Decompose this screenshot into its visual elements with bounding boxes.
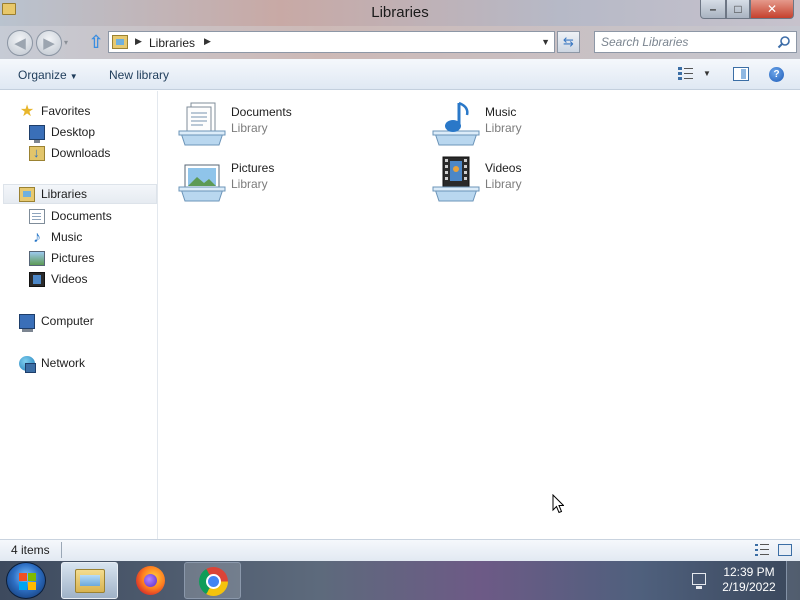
nav-music[interactable]: ♪ Music [29, 227, 82, 247]
up-folder-button[interactable]: ⇧ [86, 32, 106, 52]
pictures-icon [29, 250, 45, 266]
taskbar-firefox-button[interactable] [122, 562, 179, 599]
address-dropdown-icon[interactable]: ▼ [541, 37, 550, 47]
library-item-videos[interactable]: Videos Library [431, 153, 661, 205]
network-status-icon[interactable] [692, 573, 706, 589]
nav-network[interactable]: Network [19, 353, 85, 373]
nav-label: Documents [51, 209, 112, 223]
windows-logo-icon [19, 573, 36, 590]
search-box[interactable] [594, 31, 797, 53]
nav-favorites[interactable]: ★ Favorites [19, 101, 91, 121]
library-name: Documents [231, 105, 292, 119]
system-clock[interactable]: 12:39 PM 2/19/2022 [716, 565, 782, 595]
music-icon: ♪ [33, 228, 41, 246]
library-type: Library [485, 121, 522, 135]
file-list: Documents Library Music Library Pictures… [159, 91, 800, 539]
mouse-cursor-icon [552, 494, 564, 514]
chevron-down-icon: ▼ [69, 72, 78, 81]
command-bar: Organize ▼ New library ▼ ? [0, 59, 800, 90]
documents-icon [29, 208, 45, 224]
breadcrumb-chevron-icon[interactable]: ▶ [204, 36, 211, 47]
organize-label: Organize [18, 68, 67, 82]
organize-menu[interactable]: Organize ▼ [18, 68, 78, 82]
refresh-button[interactable]: ⇆ [557, 31, 580, 53]
maximize-button[interactable]: □ [726, 0, 750, 19]
downloads-icon [29, 145, 45, 161]
taskbar-chrome-button[interactable] [184, 562, 241, 599]
library-item-music[interactable]: Music Library [431, 97, 661, 149]
desktop-icon [29, 124, 45, 143]
back-button[interactable]: ◀ [7, 30, 33, 56]
documents-library-icon [178, 102, 226, 146]
nav-label: Pictures [51, 251, 95, 265]
library-type: Library [485, 177, 522, 191]
address-row: ◀ ▶ ▾ ⇧ ▶ Libraries ▶ ▼ ⇆ [0, 26, 800, 59]
taskbar-explorer-button[interactable] [61, 562, 118, 599]
nav-label: Network [41, 356, 86, 370]
libraries-icon [112, 35, 128, 49]
breadcrumb-libraries[interactable]: Libraries [149, 36, 195, 50]
library-name: Videos [485, 161, 522, 175]
nav-libraries[interactable]: Libraries [3, 184, 157, 204]
computer-icon [19, 313, 35, 332]
explorer-icon [75, 569, 105, 593]
window-title: Libraries [371, 4, 429, 21]
nav-label: Desktop [51, 125, 96, 139]
preview-pane-icon[interactable] [733, 67, 749, 81]
minimize-button[interactable]: – [700, 0, 726, 19]
forward-button[interactable]: ▶ [36, 30, 62, 56]
firefox-icon [136, 566, 165, 595]
start-button[interactable] [6, 562, 46, 599]
nav-label: Computer [41, 314, 94, 328]
nav-label: Music [51, 230, 83, 244]
recent-pages-dropdown[interactable]: ▾ [64, 38, 68, 47]
library-type: Library [231, 121, 268, 135]
videos-library-icon [432, 156, 480, 202]
nav-videos[interactable]: Videos [29, 269, 87, 289]
taskbar: 12:39 PM 2/19/2022 [0, 561, 800, 600]
large-icons-view-icon[interactable] [778, 544, 792, 556]
status-divider [61, 542, 62, 558]
nav-label: Favorites [41, 104, 91, 118]
show-desktop-button[interactable] [786, 561, 800, 600]
library-type: Library [231, 177, 268, 191]
nav-pictures[interactable]: Pictures [29, 248, 94, 268]
nav-desktop[interactable]: Desktop [29, 122, 96, 143]
views-dropdown-icon[interactable]: ▼ [703, 69, 711, 78]
window-controls: – □ ✕ [700, 0, 794, 19]
search-input[interactable] [601, 35, 771, 49]
nav-documents[interactable]: Documents [29, 206, 112, 226]
breadcrumb-separator-icon[interactable]: ▶ [135, 36, 142, 47]
close-button[interactable]: ✕ [750, 0, 794, 19]
library-item-pictures[interactable]: Pictures Library [177, 153, 407, 205]
nav-downloads[interactable]: Downloads [29, 143, 110, 163]
clock-date: 2/19/2022 [722, 580, 776, 594]
details-view-icon[interactable] [755, 544, 769, 556]
nav-label: Videos [51, 272, 88, 286]
libraries-icon [19, 186, 35, 202]
nav-label: Downloads [51, 146, 111, 160]
help-icon[interactable]: ? [769, 67, 784, 82]
library-item-documents[interactable]: Documents Library [177, 97, 407, 149]
nav-computer[interactable]: Computer [19, 311, 94, 332]
library-name: Pictures [231, 161, 275, 175]
music-library-icon [432, 101, 480, 146]
search-icon[interactable] [777, 35, 791, 49]
videos-icon [29, 271, 45, 287]
address-bar[interactable]: ▶ Libraries ▶ ▼ [108, 31, 555, 53]
title-bar[interactable]: Libraries – □ ✕ [0, 0, 800, 26]
library-name: Music [485, 105, 517, 119]
nav-label: Libraries [41, 187, 88, 201]
item-count: 4 items [11, 543, 50, 557]
navigation-pane: ★ Favorites Desktop Downloads Libraries … [0, 91, 158, 539]
new-library-button[interactable]: New library [109, 68, 169, 82]
change-view-icon[interactable] [678, 67, 694, 81]
pictures-library-icon [178, 164, 226, 202]
status-bar: 4 items [0, 539, 800, 561]
star-icon: ★ [19, 102, 35, 120]
chrome-icon [199, 567, 228, 596]
clock-time: 12:39 PM [723, 565, 775, 579]
network-icon [19, 355, 36, 373]
